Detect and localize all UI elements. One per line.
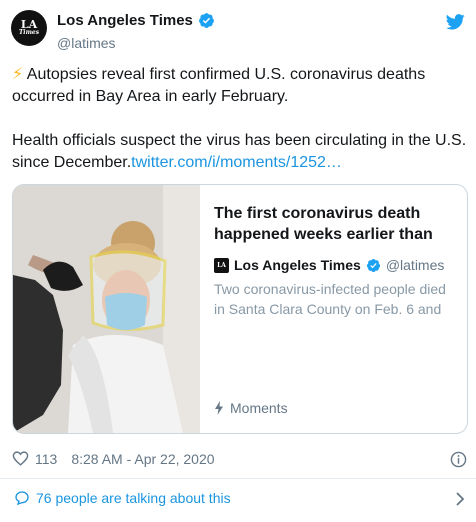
info-icon[interactable] — [450, 451, 467, 468]
heart-icon[interactable] — [12, 450, 29, 467]
account-name-row: Los Angeles Times — [57, 12, 215, 29]
tweet-line-2: Health officials suspect the virus has b… — [12, 130, 472, 174]
conversation-label: 76 people are talking about this — [36, 490, 231, 506]
account-display-name[interactable]: Los Angeles Times — [57, 12, 193, 29]
card-title[interactable]: The first coronavirus death happened wee… — [214, 203, 444, 245]
moment-card[interactable]: The first coronavirus death happened wee… — [12, 184, 468, 434]
like-count[interactable]: 113 — [35, 451, 57, 467]
chevron-right-icon[interactable] — [455, 492, 465, 506]
card-footer: Moments — [214, 400, 288, 416]
tweet-embed: LA Times Los Angeles Times @latimes ⚡ Au… — [0, 0, 476, 522]
verified-badge-icon — [366, 258, 380, 272]
tweet-line-1-text: Autopsies reveal first confirmed U.S. co… — [12, 66, 426, 105]
card-body: The first coronavirus death happened wee… — [200, 185, 467, 433]
divider — [0, 478, 476, 479]
card-author-name: Los Angeles Times — [234, 257, 361, 273]
card-photo — [13, 185, 200, 433]
account-handle[interactable]: @latimes — [57, 35, 116, 51]
card-author: LA Los Angeles Times @latimes — [214, 257, 453, 273]
card-footer-label: Moments — [230, 400, 288, 416]
twitter-bird-icon[interactable] — [446, 14, 465, 30]
card-description: Two coronavirus-infected people died in … — [214, 281, 446, 317]
tweet-meta: 113 8:28 AM - Apr 22, 2020 — [12, 450, 215, 467]
account-avatar[interactable]: LA Times — [11, 10, 47, 46]
conversation-link[interactable]: 76 people are talking about this — [14, 490, 231, 506]
lightning-bolt-icon — [215, 401, 223, 415]
card-author-avatar: LA — [214, 257, 229, 273]
verified-badge-icon — [198, 13, 214, 28]
tweet-moment-link[interactable]: twitter.com/i/moments/1252… — [131, 154, 342, 171]
avatar-logo-bottom: Times — [18, 28, 40, 36]
tweet-text: ⚡ Autopsies reveal first confirmed U.S. … — [12, 64, 472, 174]
tweet-line-1: ⚡ Autopsies reveal first confirmed U.S. … — [12, 64, 472, 108]
lightning-bolt-icon: ⚡ — [12, 66, 24, 83]
tweet-timestamp[interactable]: 8:28 AM - Apr 22, 2020 — [71, 451, 214, 467]
card-image[interactable] — [13, 185, 200, 433]
avatar-logo-top: LA — [20, 17, 38, 31]
speech-bubble-icon — [15, 491, 29, 506]
card-author-handle: @latimes — [385, 257, 445, 273]
